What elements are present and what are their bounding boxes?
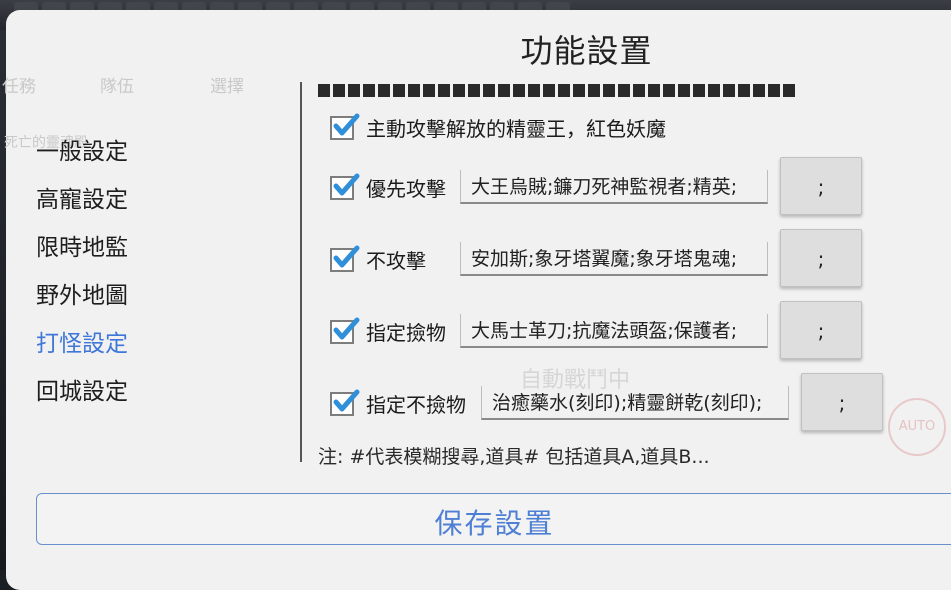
save-settings-label: 保存設置 bbox=[434, 507, 555, 540]
no-attack-input[interactable] bbox=[461, 242, 767, 272]
option-no-attack: 不攻擊 bbox=[330, 245, 426, 274]
option-pickup: 指定撿物 bbox=[330, 317, 446, 346]
no-pickup-field[interactable] bbox=[481, 386, 789, 420]
watermark-tab-select: 選擇 bbox=[210, 77, 244, 97]
settings-dialog: 功能設置 任務 隊伍 選擇 死亡的靈魂殿 一般設定 高寵設定 限時地監 野外地圖… bbox=[2, 10, 951, 590]
auto-attack-label: 主動攻擊解放的精靈王，紅色妖魔 bbox=[366, 117, 666, 141]
pickup-label: 指定撿物 bbox=[366, 321, 446, 345]
priority-attack-checkbox[interactable] bbox=[330, 173, 360, 200]
check-icon bbox=[333, 113, 360, 135]
no-attack-label: 不攻擊 bbox=[366, 249, 426, 273]
no-pickup-label: 指定不撿物 bbox=[366, 393, 466, 417]
sidebar-item-field-map[interactable]: 野外地圖 bbox=[36, 272, 128, 320]
sidebar-item-dungeon[interactable]: 限時地監 bbox=[36, 224, 128, 272]
option-priority-attack: 優先攻擊 bbox=[330, 173, 446, 202]
check-icon bbox=[333, 317, 360, 339]
dialog-title: 功能設置 bbox=[520, 32, 653, 70]
option-no-pickup: 指定不撿物 bbox=[330, 389, 466, 418]
no-attack-checkbox[interactable] bbox=[330, 245, 360, 272]
sidebar-item-combat[interactable]: 打怪設定 bbox=[36, 320, 128, 368]
sidebar-item-pet[interactable]: 高寵設定 bbox=[36, 176, 128, 224]
check-icon bbox=[333, 389, 360, 411]
pickup-field[interactable] bbox=[460, 314, 768, 348]
option-auto-attack: 主動攻擊解放的精靈王，紅色妖魔 bbox=[330, 113, 666, 142]
no-attack-field[interactable] bbox=[460, 242, 768, 276]
priority-attack-label: 優先攻擊 bbox=[366, 177, 446, 201]
sidebar-item-return-town[interactable]: 回城設定 bbox=[36, 368, 128, 416]
no-attack-separator-button[interactable]: ; bbox=[780, 229, 862, 287]
check-icon bbox=[333, 173, 360, 195]
sidebar-item-general[interactable]: 一般設定 bbox=[36, 128, 128, 176]
pickup-separator-button[interactable]: ; bbox=[780, 301, 862, 359]
check-icon bbox=[333, 245, 360, 267]
search-note: 注: #代表模糊搜尋,道具# 包括道具A,道具B... bbox=[318, 446, 710, 468]
no-pickup-input[interactable] bbox=[482, 386, 788, 416]
auto-attack-checkbox[interactable] bbox=[330, 113, 360, 140]
no-pickup-checkbox[interactable] bbox=[330, 389, 360, 416]
background-auto-badge: AUTO bbox=[888, 398, 946, 456]
save-settings-button[interactable]: 保存設置 bbox=[36, 493, 951, 545]
priority-attack-field[interactable] bbox=[460, 170, 768, 204]
watermark-tab-team: 隊伍 bbox=[100, 77, 134, 97]
pickup-checkbox[interactable] bbox=[330, 317, 360, 344]
pickup-input[interactable] bbox=[461, 314, 767, 344]
watermark-tab-left: 任務 bbox=[2, 77, 36, 97]
no-pickup-separator-button[interactable]: ; bbox=[801, 373, 883, 431]
priority-attack-separator-button[interactable]: ; bbox=[780, 157, 862, 215]
header-decoration bbox=[318, 84, 798, 97]
priority-attack-input[interactable] bbox=[461, 170, 767, 200]
sidebar-divider bbox=[300, 82, 302, 462]
sidebar: 一般設定 高寵設定 限時地監 野外地圖 打怪設定 回城設定 bbox=[36, 128, 128, 416]
